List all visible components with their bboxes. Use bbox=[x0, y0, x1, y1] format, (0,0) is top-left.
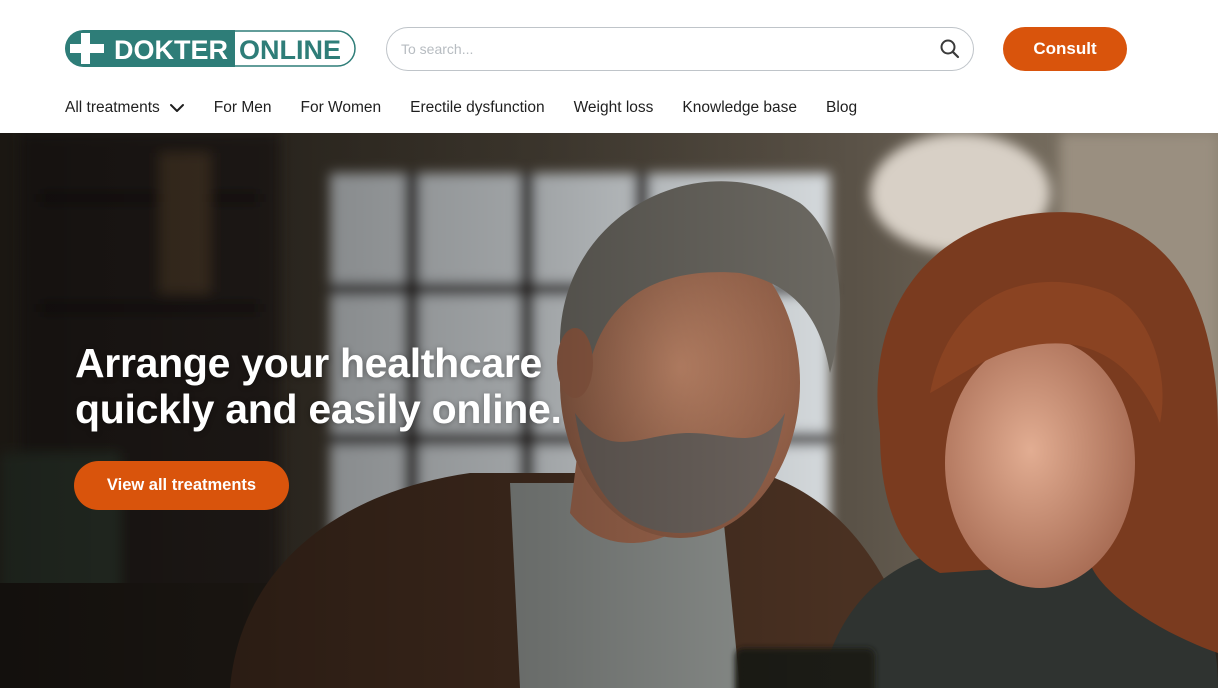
nav-item-erectile-dysfunction[interactable]: Erectile dysfunction bbox=[410, 99, 544, 117]
nav-item-label: Weight loss bbox=[573, 99, 654, 116]
logo-word-dokter: DOKTER bbox=[114, 35, 228, 65]
nav-item-for-women[interactable]: For Women bbox=[300, 99, 381, 117]
hero-section: Arrange your healthcare quickly and easi… bbox=[0, 133, 1218, 688]
nav-item-for-men[interactable]: For Men bbox=[214, 99, 272, 117]
logo-word-online: ONLINE bbox=[239, 35, 341, 65]
search-bar bbox=[386, 27, 974, 71]
search-input[interactable] bbox=[401, 28, 931, 69]
nav-item-weight-loss[interactable]: Weight loss bbox=[574, 99, 654, 117]
nav-item-knowledge-base[interactable]: Knowledge base bbox=[682, 99, 797, 117]
hero-title: Arrange your healthcare quickly and easi… bbox=[75, 340, 595, 432]
dokter-online-logo[interactable]: DOKTER ONLINE bbox=[65, 30, 356, 67]
nav-item-label: For Women bbox=[300, 99, 382, 116]
main-nav: All treatments For Men For Women Erectil… bbox=[65, 96, 886, 120]
search-icon[interactable] bbox=[939, 38, 961, 60]
nav-item-label: For Men bbox=[213, 99, 272, 116]
nav-item-all-treatments[interactable]: All treatments bbox=[65, 99, 185, 117]
hero-title-line-1: Arrange your healthcare bbox=[75, 340, 543, 386]
nav-item-label: Blog bbox=[826, 99, 858, 116]
nav-item-label: Knowledge base bbox=[682, 99, 798, 116]
site-header: DOKTER ONLINE Consult All treatments For… bbox=[0, 0, 1218, 133]
chevron-down-icon bbox=[169, 100, 185, 116]
view-all-treatments-button[interactable]: View all treatments bbox=[74, 461, 289, 510]
nav-item-blog[interactable]: Blog bbox=[826, 99, 857, 117]
nav-item-label: All treatments bbox=[65, 99, 160, 116]
nav-item-label: Erectile dysfunction bbox=[410, 99, 545, 116]
hero-title-line-2: quickly and easily online. bbox=[75, 386, 562, 432]
consult-button[interactable]: Consult bbox=[1003, 27, 1127, 71]
